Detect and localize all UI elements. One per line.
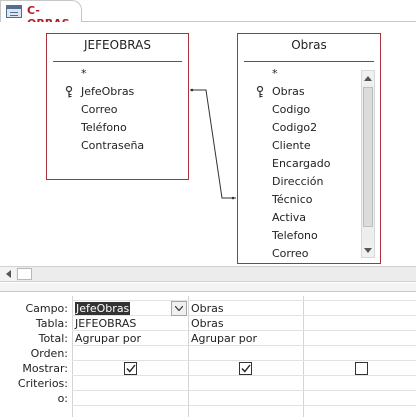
pane-splitter[interactable] (0, 283, 416, 292)
show-checkbox[interactable] (124, 362, 137, 375)
row-label-o: o: (57, 392, 68, 405)
row-label-tabla: Tabla: (35, 317, 68, 330)
scroll-thumb[interactable] (17, 268, 32, 280)
grid-cell-tabla[interactable]: JEFEOBRAS (75, 316, 136, 331)
grid-row-divider (72, 390, 416, 391)
grid-cell-campo-value[interactable]: JefeObras (75, 302, 131, 315)
show-checkbox[interactable] (355, 362, 368, 375)
arrow-left-icon (5, 270, 11, 278)
query-design-pane[interactable]: JEFEOBRAS * JefeObras Correo Teléfono Co… (0, 22, 416, 266)
join-line[interactable] (0, 22, 416, 266)
grid-cell-campo[interactable]: JefeObras (75, 301, 131, 316)
row-label-campo: Campo: (25, 302, 68, 315)
chevron-down-icon (175, 306, 183, 311)
row-label-criterios: Criterios: (17, 377, 68, 390)
campo-dropdown-button[interactable] (171, 301, 187, 316)
row-label-orden: Orden: (30, 347, 68, 360)
checkmark-icon (240, 364, 251, 373)
row-label-mostrar: Mostrar: (22, 362, 68, 375)
grid-cell-total[interactable]: Agrupar por (191, 331, 257, 346)
query-icon (6, 5, 22, 18)
grid-cell-tabla[interactable]: Obras (191, 316, 224, 331)
document-tab-strip: C-OBRAS (0, 0, 416, 30)
grid-cell-total[interactable]: Agrupar por (75, 331, 141, 346)
scroll-left-button[interactable] (0, 267, 16, 281)
row-label-total: Total: (38, 332, 68, 345)
grid-cell-campo[interactable]: Obras (191, 301, 224, 316)
show-checkbox[interactable] (239, 362, 252, 375)
query-grid[interactable]: Campo: Tabla: Total: Orden: Mostrar: Cri… (0, 292, 416, 417)
grid-row-divider (72, 405, 416, 406)
grid-row-divider (72, 360, 416, 361)
grid-row-divider (72, 375, 416, 376)
checkmark-icon (125, 364, 136, 373)
design-pane-hscrollbar[interactable] (0, 266, 416, 282)
query-tab[interactable]: C-OBRAS (0, 0, 82, 30)
